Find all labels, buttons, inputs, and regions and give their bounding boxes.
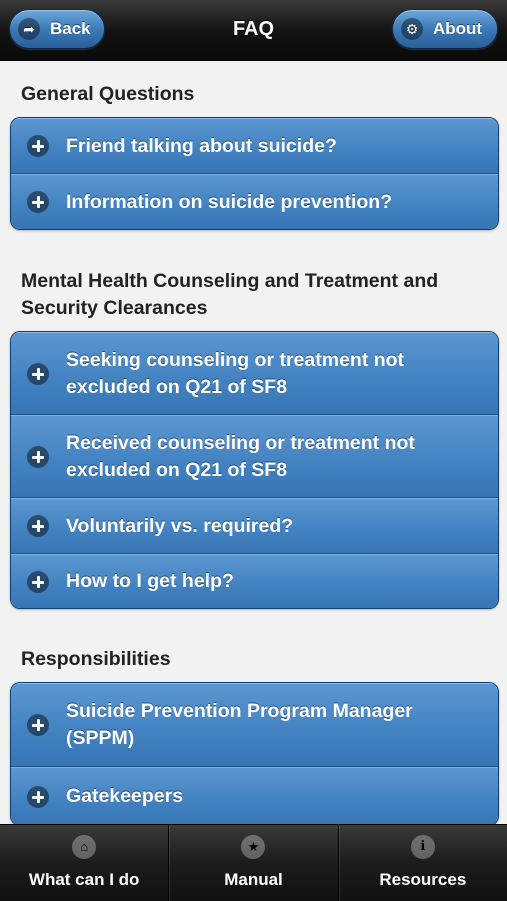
tab-what-can-i-do[interactable]: ⌂ What can I do xyxy=(0,825,168,901)
tab-label: Manual xyxy=(224,870,283,889)
plus-icon xyxy=(27,785,49,808)
plus-icon xyxy=(27,135,49,157)
faq-item-label: How to I get help? xyxy=(66,570,234,592)
star-icon: ★ xyxy=(241,835,266,859)
section-title-general: General Questions xyxy=(21,83,195,105)
faq-item[interactable]: Suicide Prevention Program Manager (SPPM… xyxy=(11,683,498,767)
faq-item[interactable]: Friend talking about suicide? xyxy=(11,118,498,174)
faq-item-label: Friend talking about suicide? xyxy=(66,134,337,157)
home-icon: ⌂ xyxy=(72,835,97,859)
section-title-responsibilities: Responsibilities xyxy=(21,648,171,670)
footer-tab-bar: ⌂ What can I do ★ Manual i Resources xyxy=(0,824,507,901)
faq-item-label: Information on suicide prevention? xyxy=(66,190,393,213)
faq-item-label: Gatekeepers xyxy=(66,785,184,807)
faq-item[interactable]: Seeking counseling or treatment not excl… xyxy=(11,332,498,415)
section-title-mental-health: Mental Health Counseling and Treatment a… xyxy=(21,270,439,319)
faq-item[interactable]: Information on suicide prevention? xyxy=(11,174,498,229)
plus-icon xyxy=(27,191,49,213)
faq-item[interactable]: How to I get help? xyxy=(11,554,498,608)
faq-item[interactable]: Received counseling or treatment not exc… xyxy=(11,415,498,498)
faq-group-responsibilities: Suicide Prevention Program Manager (SPPM… xyxy=(10,682,499,826)
faq-item[interactable]: Gatekeepers xyxy=(11,767,498,825)
plus-icon xyxy=(27,570,49,593)
faq-group-general: Friend talking about suicide? Informatio… xyxy=(10,117,499,230)
tab-label: Resources xyxy=(379,870,467,889)
about-button[interactable]: ⚙ About xyxy=(392,9,498,49)
tab-label: What can I do xyxy=(28,870,140,889)
plus-icon xyxy=(27,515,49,537)
faq-item-label: Voluntarily vs. required? xyxy=(66,514,294,537)
faq-item-label: Seeking counseling or treatment not excl… xyxy=(66,348,405,398)
plus-icon xyxy=(27,714,49,736)
faq-item-label: Suicide Prevention Program Manager (SPPM… xyxy=(66,700,413,749)
faq-item-label: Received counseling or treatment not exc… xyxy=(66,431,415,481)
plus-icon xyxy=(27,445,49,468)
gear-icon: ⚙ xyxy=(401,18,423,40)
header-bar: ➦ Back FAQ ⚙ About xyxy=(0,0,507,61)
tab-resources[interactable]: i Resources xyxy=(337,825,507,901)
faq-item[interactable]: Voluntarily vs. required? xyxy=(11,498,498,554)
tab-manual[interactable]: ★ Manual xyxy=(168,825,337,901)
plus-icon xyxy=(27,362,49,385)
about-button-label: About xyxy=(433,19,483,38)
info-icon: i xyxy=(410,835,435,859)
faq-group-mental-health: Seeking counseling or treatment not excl… xyxy=(10,331,499,609)
